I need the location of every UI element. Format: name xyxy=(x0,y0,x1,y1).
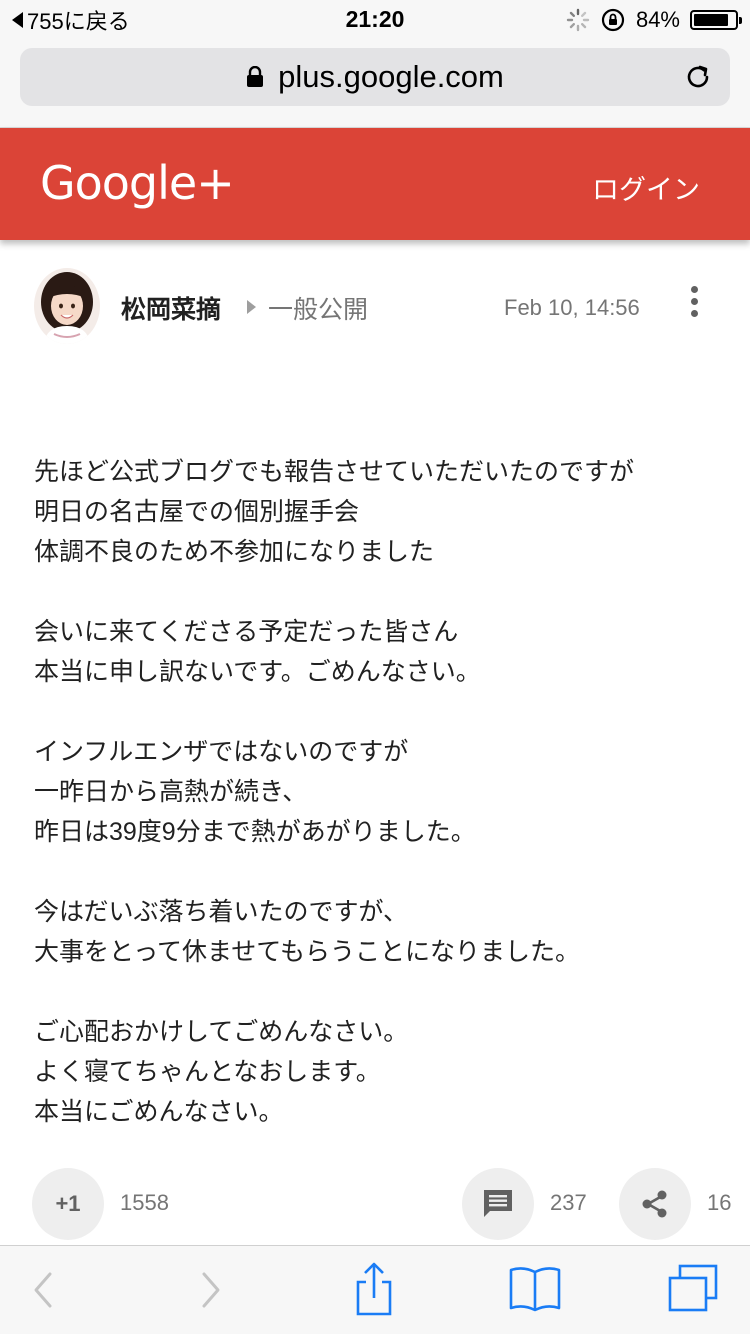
post-actions: +1 1558 237 16 xyxy=(0,1168,750,1240)
browser-address-bar: plus.google.com xyxy=(0,40,750,128)
post-paragraph: 先ほど公式ブログでも報告させていただいたのですが 明日の名古屋での個別握手会体調不… xyxy=(34,452,724,572)
post-text-line: 会いに来てくださる予定だった皆さん xyxy=(34,618,459,646)
visibility-label: 一般公開 xyxy=(268,296,369,324)
url-field[interactable]: plus.google.com xyxy=(20,48,730,106)
comment-button[interactable] xyxy=(462,1168,534,1240)
tabs-icon[interactable] xyxy=(664,1260,724,1320)
post-text-line: 本当にごめんなさい。 xyxy=(34,1098,284,1126)
rotation-lock-icon xyxy=(601,8,625,32)
share-sheet-icon[interactable] xyxy=(344,1260,404,1320)
author-avatar[interactable] xyxy=(34,268,100,344)
post-text-line: 昨日は39度9分まで熱があがりました。 xyxy=(34,818,476,846)
plus-one-button[interactable]: +1 xyxy=(32,1168,104,1240)
post-text-line: 本当に申し訳ないです。ごめんなさい。 xyxy=(34,658,481,686)
post-timestamp[interactable]: Feb 10, 14:56 xyxy=(504,295,640,321)
back-icon[interactable] xyxy=(14,1260,74,1320)
share-button[interactable] xyxy=(619,1168,691,1240)
login-button[interactable]: ログイン xyxy=(592,168,700,207)
shared-to-arrow-icon xyxy=(247,300,256,314)
avatar-portrait-icon xyxy=(34,268,100,344)
bookmarks-icon[interactable] xyxy=(505,1260,565,1320)
post-header: 松岡菜摘 一般公開 Feb 10, 14:56 xyxy=(0,268,750,348)
share-count: 16 xyxy=(707,1190,732,1215)
post-text-line: 今はだいぶ落ち着いたのですが、 xyxy=(34,898,409,926)
post-text-line: 大事をとって休ませてもらうことになりました。 xyxy=(34,938,581,966)
browser-toolbar xyxy=(0,1245,750,1334)
post-paragraph: 今はだいぶ落ち着いたのですが、大事をとって休ませてもらうことになりました。 xyxy=(34,892,724,972)
author-name[interactable]: 松岡菜摘 xyxy=(121,290,221,326)
battery-level xyxy=(694,14,728,26)
status-indicators: 84% xyxy=(566,6,742,34)
post-text-line: インフルエンザではないのですが xyxy=(34,738,409,766)
plus-one-count: 1558 xyxy=(120,1190,169,1215)
post-text-line: 体調不良のため不参加になりました xyxy=(34,538,435,566)
post-paragraph: 会いに来てくださる予定だった皆さん 本当に申し訳ないです。ごめんなさい。 xyxy=(34,612,724,692)
comment-count: 237 xyxy=(550,1190,587,1215)
post-text-line: よく寝てちゃんとなおします。 xyxy=(34,1058,381,1086)
post-text-line: 先ほど公式ブログでも報告させていただいたのですが xyxy=(34,458,635,486)
reload-icon[interactable] xyxy=(682,61,714,93)
post-text-line: 一昨日から高熱が続き、 xyxy=(34,778,308,806)
share-icon xyxy=(642,1190,667,1218)
battery-icon xyxy=(690,10,742,30)
post-text-line: 明日の名古屋での個別握手会 xyxy=(34,498,360,526)
post-body: 先ほど公式ブログでも報告させていただいたのですが 明日の名古屋での個別握手会体調不… xyxy=(34,452,724,1132)
plus-one-label: +1 xyxy=(55,1191,81,1216)
forward-icon[interactable] xyxy=(180,1260,240,1320)
battery-percent: 84% xyxy=(635,7,680,32)
more-options-icon[interactable] xyxy=(684,286,704,322)
status-bar: 755に戻る 21:20 84% xyxy=(0,0,750,40)
google-plus-logo[interactable]: Google+ xyxy=(40,156,235,210)
lock-icon xyxy=(247,66,264,87)
loading-spinner-icon xyxy=(566,8,590,32)
post-paragraph: ご心配おかけしてごめんなさい。 よく寝てちゃんとなおします。 本当にごめんなさい。 xyxy=(34,1012,724,1132)
comment-icon xyxy=(484,1190,512,1217)
url-text: plus.google.com xyxy=(278,59,504,94)
post-text-line: ご心配おかけしてごめんなさい。 xyxy=(34,1018,409,1046)
post-paragraph: インフルエンザではないのですが 一昨日から高熱が続き、昨日は39度9分まで熱があが… xyxy=(34,732,724,852)
site-header: Google+ ログイン xyxy=(0,128,750,240)
